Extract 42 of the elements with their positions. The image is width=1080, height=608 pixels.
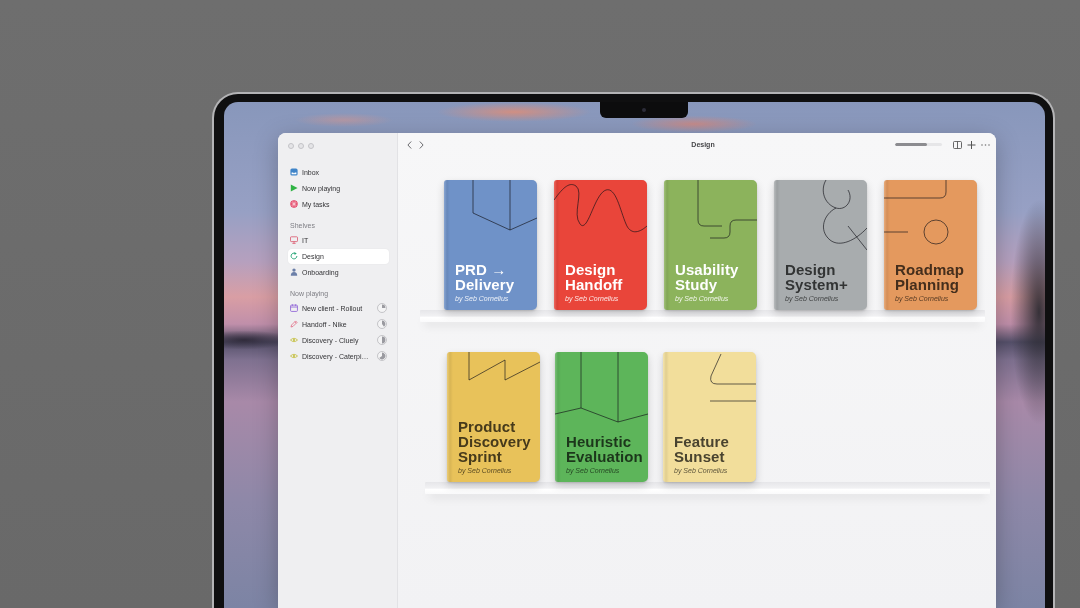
book-title: Design System+ [785,262,849,292]
add-button[interactable] [967,140,976,149]
circular-arrow-icon [290,252,298,260]
book-title: Product Discovery Sprint [458,419,532,464]
cover-line-drawing [472,180,538,231]
book-title: PRD → Delivery [455,262,516,292]
progress-pie-icon [377,303,387,313]
plus-icon [967,140,976,149]
book-title: Design Handoff [565,262,624,292]
inbox-tray-icon [290,168,298,176]
progress-pie-icon [377,351,387,361]
zoom-slider[interactable] [895,143,942,146]
zoom-button[interactable] [308,143,314,149]
chevron-right-icon [419,140,424,149]
ball-icon [290,200,298,208]
more-icon [981,143,990,146]
back-button[interactable] [407,140,412,149]
forward-button[interactable] [419,140,424,149]
cover-line-drawing [709,353,756,402]
split-view-button[interactable] [953,140,962,149]
chevron-left-icon [407,140,412,149]
more-button[interactable] [981,143,990,146]
play-icon [290,184,298,192]
cover-line-drawing [697,180,757,239]
person-icon [290,268,298,276]
monitor-icon [290,236,298,244]
split-view-icon [953,140,962,149]
progress-pie-icon [377,335,387,345]
book-title: Heuristic Evaluation [566,434,644,464]
camera-icon [642,108,646,112]
pencil-icon [290,320,298,328]
book-title: Roadmap Planning [895,262,966,292]
cover-line-drawing [468,352,540,381]
progress-pie-icon [377,319,387,329]
book-title: Usability Study [675,262,740,292]
close-button[interactable] [288,143,294,149]
minimize-button[interactable] [298,143,304,149]
eye-icon [290,336,298,344]
cover-line-drawing [884,180,950,245]
calendar-icon [290,304,298,312]
book-title: Feature Sunset [674,434,730,464]
eye-icon [290,352,298,360]
